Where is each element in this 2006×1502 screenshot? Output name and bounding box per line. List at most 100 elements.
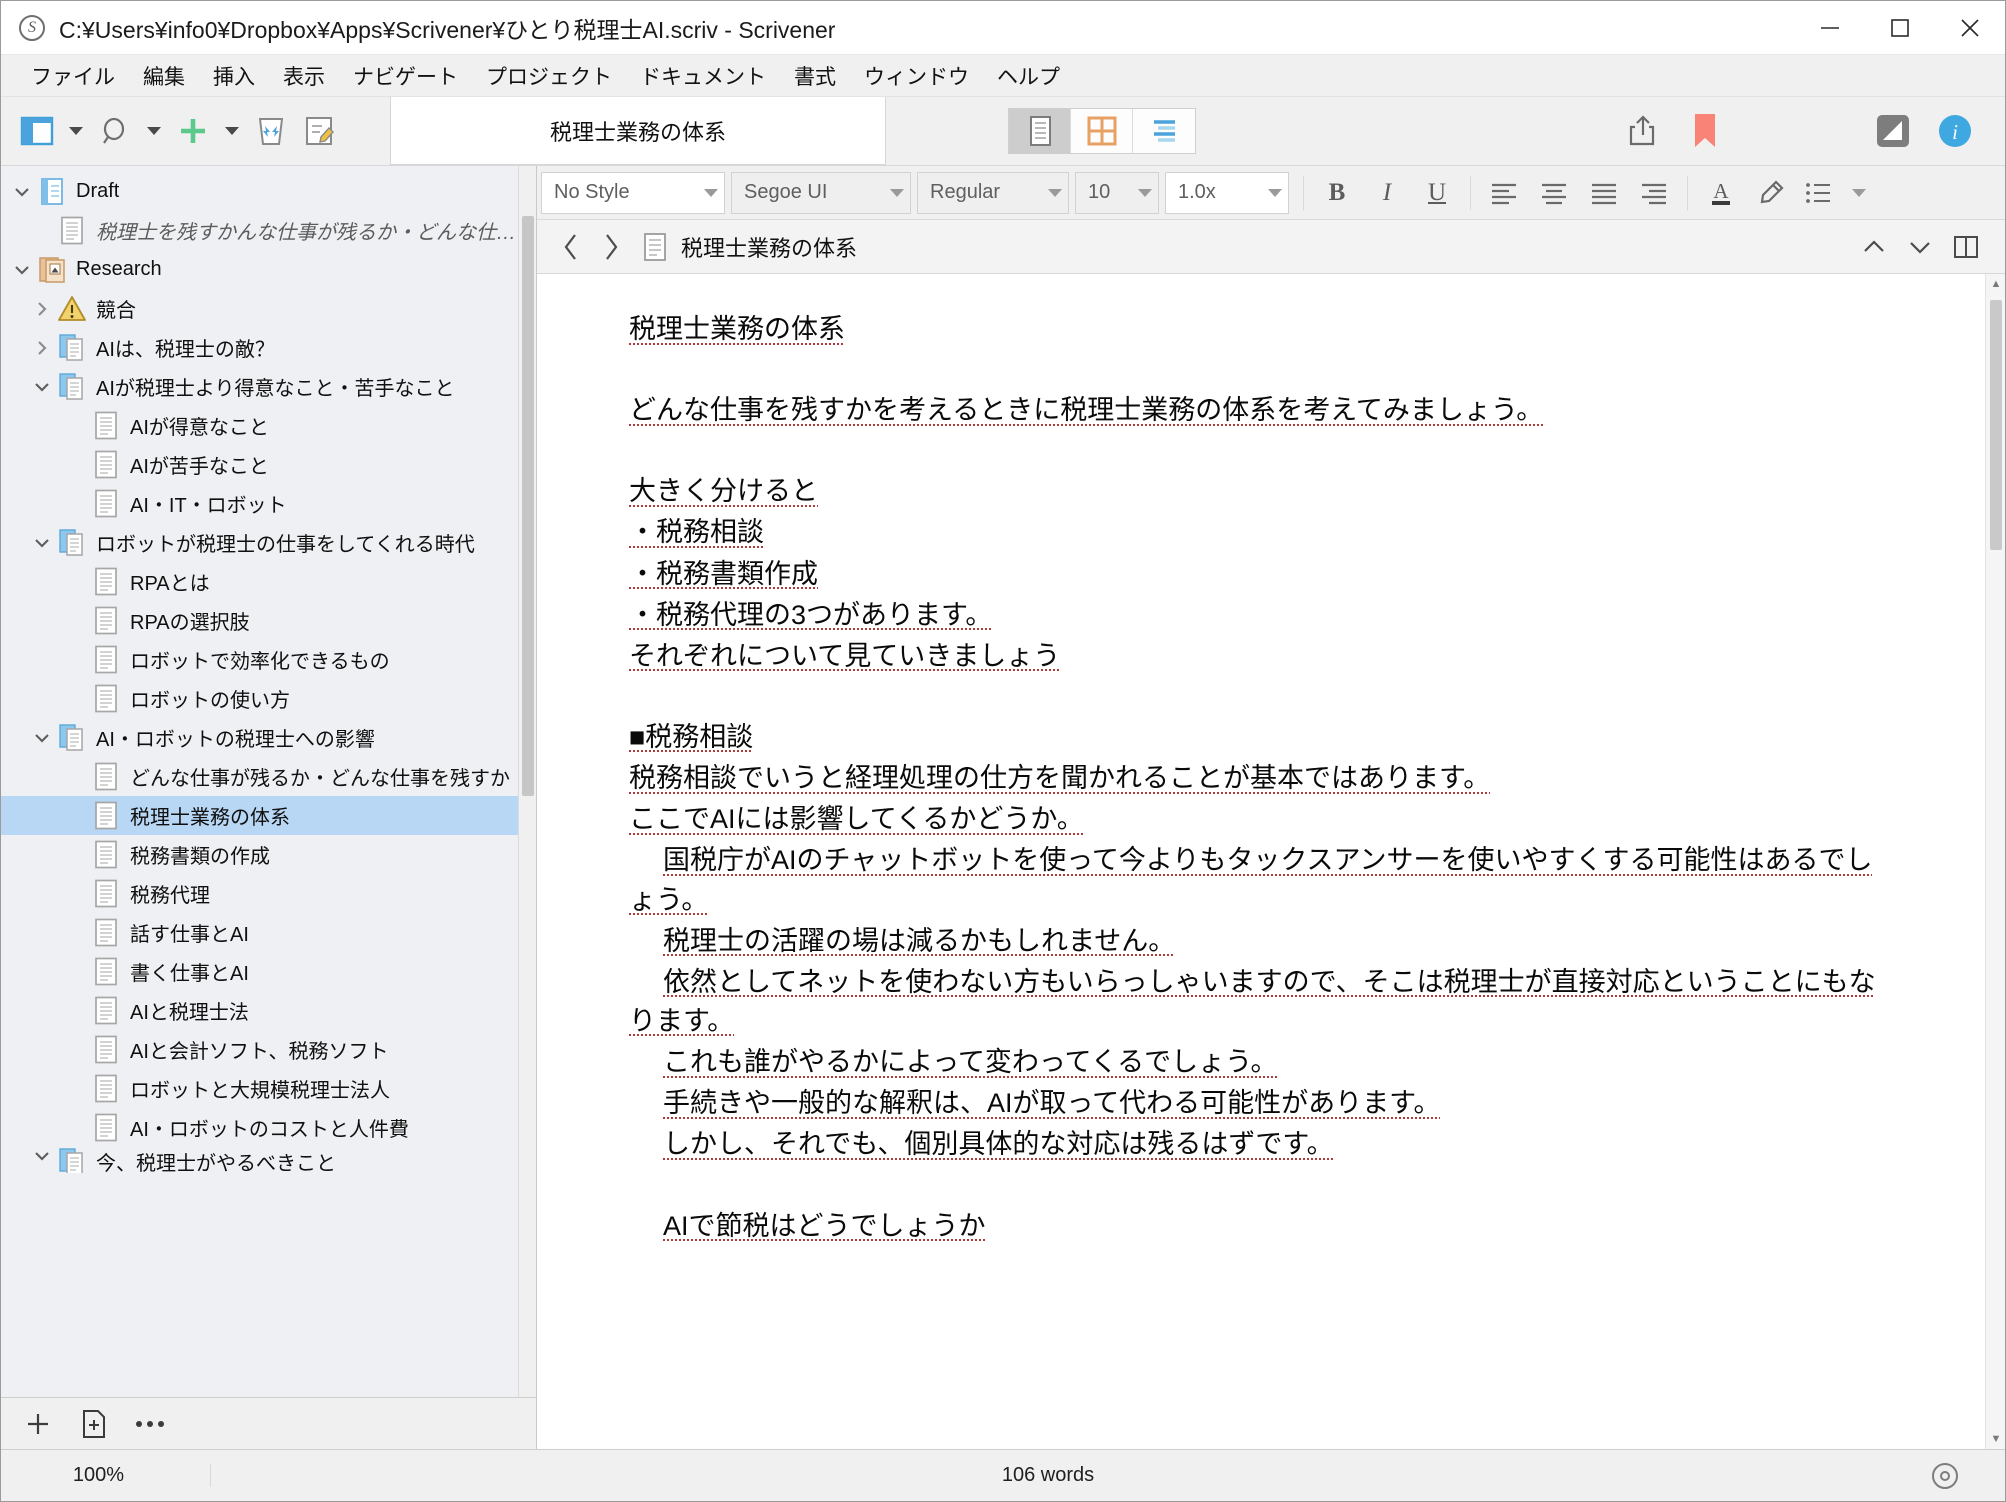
font-size-select[interactable]: 10 [1075,171,1159,214]
menu-format[interactable]: 書式 [780,57,850,95]
composition-mode-icon[interactable] [1865,106,1921,156]
binder-item[interactable]: 税理士を残すかんな仕事が残るか・どんな仕事を残すか [1,211,536,250]
binder-item[interactable]: AIが苦手なこと [1,445,536,484]
binder-item[interactable]: AIが得意なこと [1,406,536,445]
editor-paragraph: しかし、それでも、個別具体的な対応は残るはずです。 [663,1129,1334,1160]
menu-edit[interactable]: 編集 [129,57,199,95]
binder-item-label: 今、税理士がやるべきこと [96,1153,336,1173]
list-caret-icon[interactable] [1846,169,1872,217]
chevron-right-icon[interactable] [27,339,57,357]
binder-item[interactable]: Draft [1,172,536,211]
menu-insert[interactable]: 挿入 [199,57,269,95]
inspector-info-icon[interactable]: i [1927,106,1983,156]
prev-document-icon[interactable] [1851,225,1897,269]
chevron-down-icon[interactable] [27,534,57,552]
line-spacing-select[interactable]: 1.0x [1165,171,1289,214]
binder-scrollbar-thumb[interactable] [522,216,534,796]
add-caret-icon[interactable] [219,107,245,155]
binder-add-document-icon[interactable] [73,1404,115,1444]
trash-icon[interactable] [249,107,293,155]
binder-item[interactable]: 税務代理 [1,874,536,913]
view-mode-outliner[interactable] [1133,109,1195,153]
editor-paragraph: 税務相談でいうと経理処理の仕方を聞かれることが基本ではあります。 [629,763,1491,794]
search-caret-icon[interactable] [141,107,167,155]
editor-scrollbar[interactable]: ▲ ▼ [1985,274,2005,1449]
align-right-button[interactable] [1629,171,1679,215]
split-view-icon[interactable] [1943,225,1989,269]
binder-scrollbar[interactable] [518,166,536,1397]
binder-item[interactable]: どんな仕事が残るか・どんな仕事を残すか [1,757,536,796]
bookmark-icon[interactable] [1677,106,1733,156]
binder-item[interactable]: 書く仕事とAI [1,952,536,991]
next-document-icon[interactable] [1897,225,1943,269]
italic-button[interactable]: I [1362,171,1412,215]
text-doc-icon [637,232,673,262]
binder-item[interactable]: AI・IT・ロボット [1,484,536,523]
chevron-down-icon[interactable] [27,378,57,396]
align-left-button[interactable] [1479,171,1529,215]
binder-item[interactable]: AI・ロボットのコストと人件費 [1,1108,536,1147]
binder-item[interactable]: 税務書類の作成 [1,835,536,874]
binder-item[interactable]: 競合 [1,289,536,328]
binder-item[interactable]: ロボットで効率化できるもの [1,640,536,679]
forward-icon[interactable] [591,225,631,269]
chevron-right-icon[interactable] [27,300,57,318]
view-mode-document[interactable] [1009,109,1071,153]
menu-view[interactable]: 表示 [269,57,339,95]
menu-navigate[interactable]: ナビゲート [339,57,472,95]
menu-file[interactable]: ファイル [17,57,129,95]
binder-item[interactable]: AIと会計ソフト、税務ソフト [1,1030,536,1069]
binder-toggle-icon[interactable] [15,107,59,155]
add-icon[interactable] [171,107,215,155]
font-weight-select[interactable]: Regular [917,171,1069,214]
binder-item[interactable]: 今、税理士がやるべきこと [1,1147,536,1173]
search-icon[interactable] [93,107,137,155]
binder-item[interactable]: ロボットが税理士の仕事をしてくれる時代 [1,523,536,562]
menu-window[interactable]: ウィンドウ [850,57,983,95]
list-button[interactable] [1796,171,1846,215]
binder-item[interactable]: RPAとは [1,562,536,601]
highlight-button[interactable] [1746,171,1796,215]
chevron-down-icon[interactable] [7,183,37,201]
editor-scrollbar-thumb[interactable] [1990,300,2002,550]
binder-item[interactable]: RPAの選択肢 [1,601,536,640]
menu-help[interactable]: ヘルプ [983,57,1074,95]
text-color-button[interactable]: A [1696,171,1746,215]
target-progress-icon[interactable] [1885,1461,2005,1491]
view-mode-corkboard[interactable] [1071,109,1133,153]
binder-more-icon[interactable] [129,1404,171,1444]
underline-button[interactable]: U [1412,171,1462,215]
zoom-control[interactable]: 100% [1,1464,211,1487]
bold-button[interactable]: B [1312,171,1362,215]
scroll-down-icon[interactable]: ▼ [1986,1429,2006,1449]
binder-item[interactable]: ロボットと大規模税理士法人 [1,1069,536,1108]
maximize-icon[interactable] [1865,1,1935,55]
binder-item[interactable]: 税理士業務の体系 [1,796,536,835]
share-icon[interactable] [1615,106,1671,156]
binder-item[interactable]: AIが税理士より得意なこと・苦手なこと [1,367,536,406]
binder-add-icon[interactable] [17,1404,59,1444]
back-icon[interactable] [551,225,591,269]
align-justify-button[interactable] [1579,171,1629,215]
style-select[interactable]: No Style [541,171,725,214]
scroll-up-icon[interactable]: ▲ [1986,274,2006,294]
binder-item[interactable]: AIと税理士法 [1,991,536,1030]
chevron-down-icon[interactable] [27,729,57,747]
close-icon[interactable] [1935,1,2005,55]
binder-item[interactable]: 話す仕事とAI [1,913,536,952]
binder-item[interactable]: ロボットの使い方 [1,679,536,718]
menu-document[interactable]: ドキュメント [626,57,780,95]
menu-project[interactable]: プロジェクト [472,57,626,95]
title-bar-left: S C:¥Users¥info0¥Dropbox¥Apps¥Scrivener¥… [1,11,1795,45]
chevron-down-icon[interactable] [7,261,37,279]
binder-item[interactable]: Research [1,250,536,289]
compose-icon[interactable] [297,107,341,155]
align-center-button[interactable] [1529,171,1579,215]
binder-item[interactable]: AI・ロボットの税理士への影響 [1,718,536,757]
binder-toggle-caret-icon[interactable] [63,107,89,155]
chevron-down-icon[interactable] [27,1147,57,1165]
binder-item[interactable]: AIは、税理士の敵？ [1,328,536,367]
font-family-select[interactable]: Segoe UI [731,171,911,214]
editor-text[interactable]: 税理士業務の体系 どんな仕事を残すかを考えるときに税理士業務の体系を考えてみましょ… [537,274,1985,1449]
minimize-icon[interactable] [1795,1,1865,55]
